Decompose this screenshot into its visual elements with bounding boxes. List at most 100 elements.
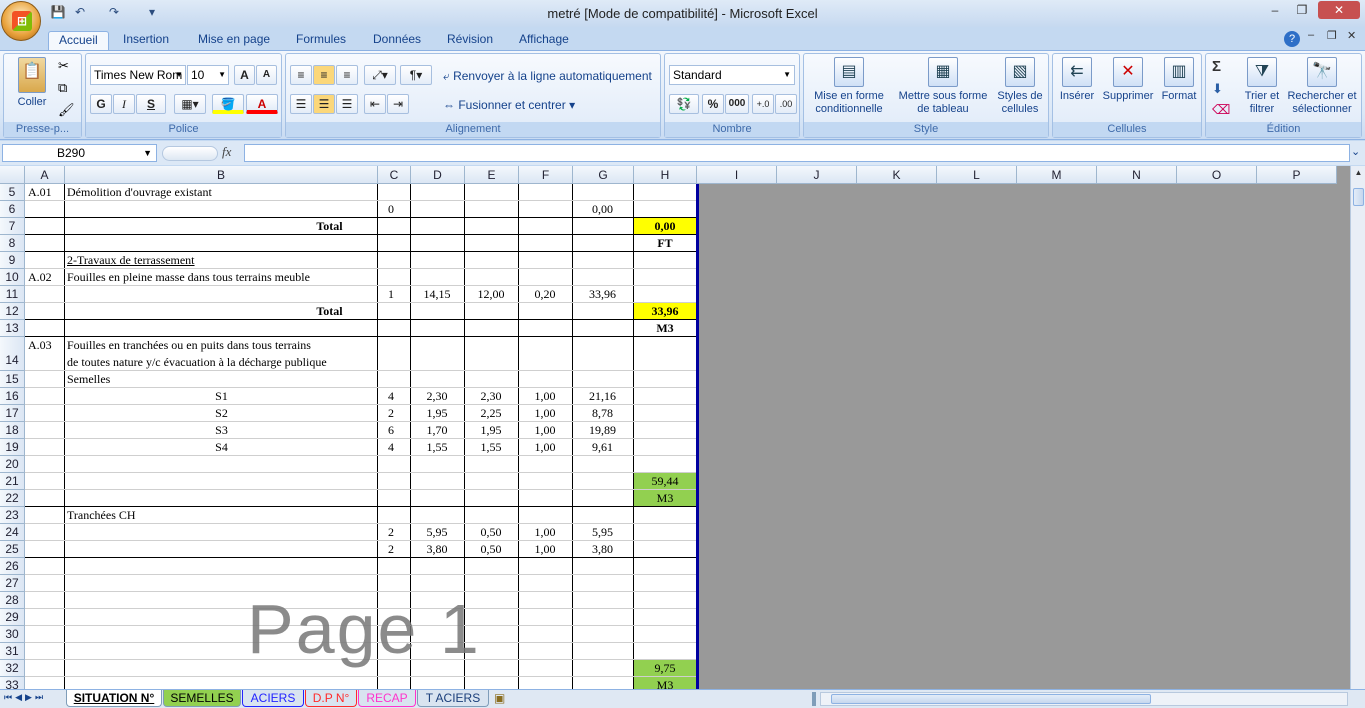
office-button[interactable]: ⊞ — [1, 1, 41, 41]
row-header-20[interactable]: 20 — [0, 456, 25, 473]
cell-B10[interactable]: Fouilles en pleine masse dans tous terra… — [67, 270, 377, 285]
close-button[interactable]: ✕ — [1318, 1, 1360, 19]
column-header-E[interactable]: E — [465, 166, 519, 184]
column-header-G[interactable]: G — [573, 166, 634, 184]
column-header-P[interactable]: P — [1257, 166, 1337, 184]
cell-D17[interactable]: 1,95 — [411, 406, 463, 421]
cell-B14[interactable]: de toutes nature y/c évacuation à la déc… — [67, 355, 377, 370]
vertical-scrollbar[interactable]: ▲ — [1350, 166, 1365, 689]
cell-C18[interactable]: 6 — [388, 423, 408, 438]
column-header-L[interactable]: L — [937, 166, 1017, 184]
cell-A10[interactable]: A.02 — [28, 270, 66, 285]
column-header-H[interactable]: H — [634, 166, 697, 184]
currency-icon[interactable]: 💱 — [669, 94, 699, 114]
row-header-9[interactable]: 9 — [0, 252, 25, 269]
horizontal-scrollbar[interactable] — [820, 692, 1348, 706]
row-header-12[interactable]: 12 — [0, 303, 25, 320]
sheet-tab-situation[interactable]: SITUATION N° — [66, 690, 162, 707]
row-header-11[interactable]: 11 — [0, 286, 25, 303]
doc-restore-button[interactable]: ❐ — [1327, 29, 1337, 42]
redo-icon[interactable]: ↷ — [106, 4, 122, 20]
autosum-icon[interactable]: Σ — [1212, 58, 1221, 75]
cell-B23[interactable]: Tranchées CH — [67, 508, 377, 523]
align-top-icon[interactable]: ≡ — [290, 65, 312, 85]
cell-H8[interactable]: FT — [634, 236, 696, 251]
column-header-F[interactable]: F — [519, 166, 573, 184]
italic-button[interactable]: I — [113, 94, 135, 114]
cell-G17[interactable]: 8,78 — [573, 406, 632, 421]
row-header-19[interactable]: 19 — [0, 439, 25, 456]
cell-B18[interactable]: S3 — [65, 423, 378, 438]
row-header-31[interactable]: 31 — [0, 643, 25, 660]
sheet-tab-t-aciers[interactable]: T ACIERS — [417, 690, 489, 707]
row-header-16[interactable]: 16 — [0, 388, 25, 405]
tab-affichage[interactable]: Affichage — [509, 31, 579, 50]
cell-B15[interactable]: Semelles — [67, 372, 377, 387]
format-painter-icon[interactable]: 🖌 — [58, 102, 75, 118]
row-header-13[interactable]: 13 — [0, 320, 25, 337]
paragraph-icon[interactable]: ¶▾ — [400, 65, 432, 85]
row-header-6[interactable]: 6 — [0, 201, 25, 218]
decrease-indent-icon[interactable]: ⇤ — [364, 94, 386, 114]
cell-C11[interactable]: 1 — [388, 287, 408, 302]
conditional-format-button[interactable]: ▤ Mise en forme conditionnelle — [806, 56, 892, 122]
fill-color-icon[interactable]: 🪣 — [212, 94, 244, 114]
row-header-29[interactable]: 29 — [0, 609, 25, 626]
row-header-7[interactable]: 7 — [0, 218, 25, 235]
scroll-up-icon[interactable]: ▲ — [1353, 168, 1364, 182]
cell-D18[interactable]: 1,70 — [411, 423, 463, 438]
font-size-select[interactable]: 10 ▼ — [187, 65, 229, 85]
select-all-button[interactable] — [0, 166, 25, 184]
cell-E19[interactable]: 1,55 — [465, 440, 517, 455]
row-header-10[interactable]: 10 — [0, 269, 25, 286]
save-icon[interactable]: 💾 — [50, 4, 66, 20]
cell-E18[interactable]: 1,95 — [465, 423, 517, 438]
row-header-18[interactable]: 18 — [0, 422, 25, 439]
undo-icon[interactable]: ↶ — [72, 4, 88, 20]
row-header-27[interactable]: 27 — [0, 575, 25, 592]
row-header-15[interactable]: 15 — [0, 371, 25, 388]
tab-revision[interactable]: Révision — [437, 31, 503, 50]
formula-input[interactable] — [244, 144, 1350, 162]
tab-insertion[interactable]: Insertion — [113, 31, 179, 50]
cell-E11[interactable]: 12,00 — [465, 287, 517, 302]
format-button[interactable]: ▥ Format — [1157, 56, 1201, 122]
cell-styles-button[interactable]: ▧ Styles de cellules — [994, 56, 1046, 122]
cell-F25[interactable]: 1,00 — [519, 542, 571, 557]
cell-C25[interactable]: 2 — [388, 542, 408, 557]
column-header-A[interactable]: A — [25, 166, 65, 184]
column-header-C[interactable]: C — [378, 166, 411, 184]
row-header-14[interactable]: 14 — [0, 337, 25, 371]
doc-minimize-button[interactable]: – — [1308, 29, 1314, 41]
row-header-26[interactable]: 26 — [0, 558, 25, 575]
cell-A5[interactable]: A.01 — [28, 185, 66, 200]
increase-indent-icon[interactable]: ⇥ — [387, 94, 409, 114]
cell-D19[interactable]: 1,55 — [411, 440, 463, 455]
cell-E25[interactable]: 0,50 — [465, 542, 517, 557]
paste-button[interactable]: 📋 Coller — [8, 56, 56, 122]
row-header-33[interactable]: 33 — [0, 677, 25, 689]
row-header-21[interactable]: 21 — [0, 473, 25, 490]
align-left-icon[interactable]: ☰ — [290, 94, 312, 114]
cell-A14[interactable]: A.03 — [28, 338, 66, 353]
cell-F18[interactable]: 1,00 — [519, 423, 571, 438]
cell-B14[interactable]: Fouilles en tranchées ou en puits dans t… — [67, 338, 377, 353]
cell-C19[interactable]: 4 — [388, 440, 408, 455]
borders-icon[interactable]: ▦▾ — [174, 94, 206, 114]
bold-button[interactable]: G — [90, 94, 112, 114]
row-header-28[interactable]: 28 — [0, 592, 25, 609]
doc-close-button[interactable]: ✕ — [1347, 29, 1356, 42]
row-header-8[interactable]: 8 — [0, 235, 25, 252]
insert-function-button[interactable]: fx — [222, 144, 242, 162]
column-header-M[interactable]: M — [1017, 166, 1097, 184]
align-right-icon[interactable]: ☰ — [336, 94, 358, 114]
cell-B9[interactable]: 2-Travaux de terrassement — [67, 253, 367, 268]
cell-G24[interactable]: 5,95 — [573, 525, 632, 540]
cell-E24[interactable]: 0,50 — [465, 525, 517, 540]
cell-G6[interactable]: 0,00 — [573, 202, 632, 217]
sheet-tab-recap[interactable]: RECAP — [358, 690, 416, 707]
cell-H33[interactable]: M3 — [634, 678, 696, 689]
expand-formula-icon[interactable]: ⌄ — [1351, 145, 1360, 158]
formula-bar-toggle[interactable] — [162, 146, 218, 161]
cell-B12[interactable]: Total — [25, 304, 634, 319]
